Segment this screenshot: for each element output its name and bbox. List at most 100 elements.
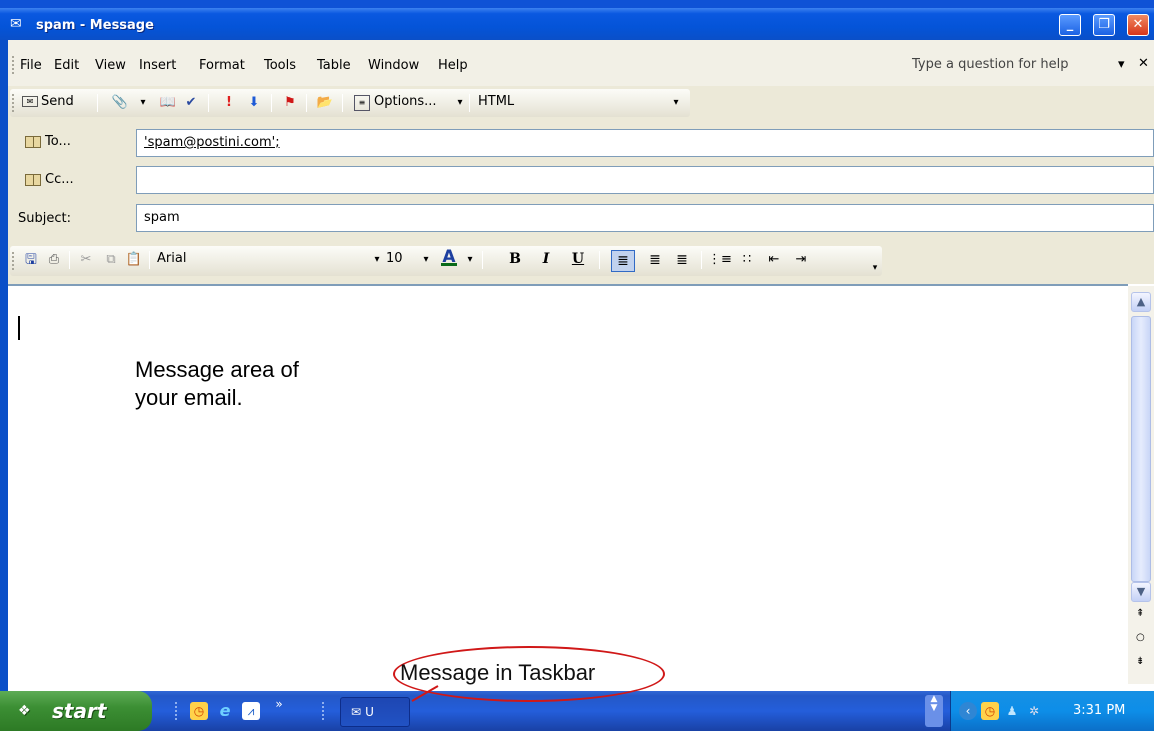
message-task-icon: ✉ [351,705,362,719]
send-button[interactable]: ✉ Send [22,94,74,109]
open-folder-icon[interactable]: 📂 [317,95,333,111]
separator [208,94,209,112]
scroll-up-icon[interactable]: ▲ [1131,292,1151,312]
save-icon[interactable]: 🖫 [23,252,39,268]
network-tray-icon[interactable]: ♟ [1003,702,1021,720]
standard-toolbar: ✉ Send 📎 ▾ 📖 ✔ ! ⬇ ⚑ 📂 ≡ Options... ▾ HT… [8,86,1154,120]
increase-indent-icon[interactable]: ⇥ [793,252,809,268]
subject-field[interactable]: spam [136,204,1154,232]
cc-button[interactable]: Cc... [25,172,74,187]
bulleted-list-icon[interactable]: ∷ [739,252,755,268]
font-size-dropdown-icon[interactable]: ▾ [418,252,434,268]
align-right-icon[interactable]: ≣ [674,252,690,268]
select-browse-object-icon[interactable]: ○ [1136,632,1145,643]
to-button[interactable]: To... [25,134,71,149]
message-body[interactable]: Message area of your email. [8,284,1128,686]
message-line-2: your email. [135,385,243,410]
menu-grip [12,56,15,74]
menu-view[interactable]: View [95,58,126,73]
attach-dropdown-icon[interactable]: ▾ [135,95,151,111]
align-left-icon[interactable]: ≣ [611,250,635,272]
separator [97,94,98,112]
format-dropdown-icon[interactable]: ▾ [668,95,684,111]
bold-button[interactable]: B [507,251,523,267]
to-recipient: 'spam@postini.com'; [144,135,280,150]
font-size-select[interactable]: 10 [386,251,403,266]
print-icon[interactable]: ⎙ [46,252,62,268]
previous-page-icon[interactable]: ⇞ [1136,608,1144,619]
message-header: To... 'spam@postini.com'; Cc... Subject:… [8,120,1154,238]
help-dropdown-arrow-icon[interactable]: ▾ [1118,57,1125,72]
menu-insert[interactable]: Insert [139,58,176,73]
copy-icon[interactable]: ⧉ [103,252,119,268]
separator [342,94,343,112]
taskbar-message-button[interactable]: ✉ U [340,697,410,727]
taskbar-scroll-icon[interactable]: ▲ ▼ [925,695,943,727]
cc-label: Cc... [45,172,74,187]
text-cursor [18,316,20,340]
options-button[interactable]: Options... [374,94,437,109]
numbered-list-icon[interactable]: ⋮≡ [708,252,732,268]
low-importance-icon[interactable]: ⬇ [246,95,262,111]
address-book-icon [25,135,41,148]
close-document-icon[interactable]: ✕ [1138,56,1149,71]
task-label: U [365,705,374,719]
font-name-select[interactable]: Arial [157,251,186,266]
menu-tools[interactable]: Tools [264,58,296,73]
font-dropdown-icon[interactable]: ▾ [369,252,385,268]
scroll-thumb[interactable] [1131,316,1151,582]
start-label: start [52,699,107,723]
restore-button[interactable]: ❐ [1093,14,1115,36]
toolbar-options-icon[interactable]: ▾ [871,260,879,276]
cc-field[interactable] [136,166,1154,194]
chart-app-icon[interactable]: ⩘ [242,702,260,720]
outlook-tray-icon[interactable]: ◷ [981,702,999,720]
next-page-icon[interactable]: ⇟ [1136,656,1144,667]
title-bar[interactable]: ✉ spam - Message _ ❐ ✕ [0,0,1154,40]
align-center-icon[interactable]: ≣ [647,252,663,268]
start-button[interactable]: ❖ start [0,691,152,731]
outlook-quicklaunch-icon[interactable]: ◷ [190,702,208,720]
scroll-down-icon[interactable]: ▼ [1131,582,1151,602]
menu-help[interactable]: Help [438,58,468,73]
internet-explorer-icon[interactable]: e [216,702,234,720]
minimize-button[interactable]: _ [1059,14,1081,36]
quicklaunch-grip [175,702,178,720]
help-search-box[interactable]: Type a question for help [912,57,1069,72]
underline-button[interactable]: U [570,251,586,267]
address-book-icon[interactable]: 📖 [160,95,176,111]
high-importance-icon[interactable]: ! [221,95,237,111]
to-field[interactable]: 'spam@postini.com'; [136,129,1154,157]
menu-table[interactable]: Table [317,58,351,73]
font-color-icon[interactable]: A [441,248,457,266]
options-icon: ≡ [354,95,370,111]
separator [306,94,307,112]
paste-icon[interactable]: 📋 [126,252,142,268]
separator [149,251,150,269]
separator [469,94,470,112]
show-hidden-icons-icon[interactable]: ‹ [959,702,977,720]
menu-file[interactable]: File [20,58,42,73]
close-button[interactable]: ✕ [1127,14,1149,36]
menu-format[interactable]: Format [199,58,245,73]
menu-edit[interactable]: Edit [54,58,79,73]
follow-up-flag-icon[interactable]: ⚑ [282,95,298,111]
attach-icon[interactable]: 📎 [112,95,128,111]
message-format-select[interactable]: HTML [478,94,514,109]
formatting-toolbar: 🖫 ⎙ ✂ ⧉ 📋 Arial ▾ 10 ▾ A ▾ B I U ≣ ≣ ≣ ⋮… [8,238,1154,284]
menu-window[interactable]: Window [368,58,419,73]
separator [599,251,600,269]
italic-button[interactable]: I [538,251,554,267]
settings-tray-icon[interactable]: ✲ [1025,702,1043,720]
options-dropdown-icon[interactable]: ▾ [452,95,468,111]
check-names-icon[interactable]: ✔ [183,95,199,111]
clock: 3:31 PM [1073,703,1126,718]
decrease-indent-icon[interactable]: ⇤ [766,252,782,268]
message-app-icon: ✉ [10,16,22,32]
toolbar-grip [12,94,15,112]
quicklaunch-more-icon[interactable]: » [270,695,288,713]
vertical-scrollbar[interactable]: ▲ ▼ ⇞ ○ ⇟ [1128,286,1154,684]
font-color-dropdown-icon[interactable]: ▾ [462,252,478,268]
separator [701,251,702,269]
cut-icon[interactable]: ✂ [78,252,94,268]
